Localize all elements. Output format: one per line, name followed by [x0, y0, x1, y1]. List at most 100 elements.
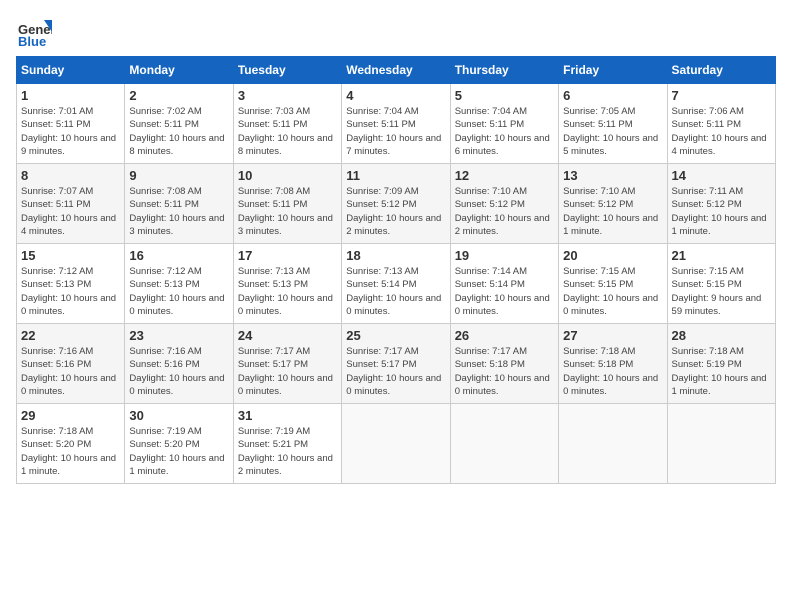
- calendar-header-row: SundayMondayTuesdayWednesdayThursdayFrid…: [17, 57, 776, 84]
- day-number: 31: [238, 408, 337, 423]
- calendar-cell: 30 Sunrise: 7:19 AM Sunset: 5:20 PM Dayl…: [125, 404, 233, 484]
- calendar-cell: 4 Sunrise: 7:04 AM Sunset: 5:11 PM Dayli…: [342, 84, 450, 164]
- day-info: Sunrise: 7:15 AM Sunset: 5:15 PM Dayligh…: [563, 265, 662, 318]
- calendar-cell: 2 Sunrise: 7:02 AM Sunset: 5:11 PM Dayli…: [125, 84, 233, 164]
- calendar-cell: 12 Sunrise: 7:10 AM Sunset: 5:12 PM Dayl…: [450, 164, 558, 244]
- calendar-cell: 17 Sunrise: 7:13 AM Sunset: 5:13 PM Dayl…: [233, 244, 341, 324]
- calendar-cell: 23 Sunrise: 7:16 AM Sunset: 5:16 PM Dayl…: [125, 324, 233, 404]
- calendar-week-row: 8 Sunrise: 7:07 AM Sunset: 5:11 PM Dayli…: [17, 164, 776, 244]
- day-number: 20: [563, 248, 662, 263]
- day-info: Sunrise: 7:02 AM Sunset: 5:11 PM Dayligh…: [129, 105, 228, 158]
- day-number: 18: [346, 248, 445, 263]
- day-info: Sunrise: 7:17 AM Sunset: 5:17 PM Dayligh…: [238, 345, 337, 398]
- day-info: Sunrise: 7:16 AM Sunset: 5:16 PM Dayligh…: [129, 345, 228, 398]
- day-number: 8: [21, 168, 120, 183]
- calendar-cell: [450, 404, 558, 484]
- calendar-cell: 3 Sunrise: 7:03 AM Sunset: 5:11 PM Dayli…: [233, 84, 341, 164]
- day-number: 26: [455, 328, 554, 343]
- calendar-cell: 13 Sunrise: 7:10 AM Sunset: 5:12 PM Dayl…: [559, 164, 667, 244]
- day-info: Sunrise: 7:17 AM Sunset: 5:17 PM Dayligh…: [346, 345, 445, 398]
- day-number: 3: [238, 88, 337, 103]
- weekday-header-sunday: Sunday: [17, 57, 125, 84]
- day-number: 1: [21, 88, 120, 103]
- calendar-cell: 27 Sunrise: 7:18 AM Sunset: 5:18 PM Dayl…: [559, 324, 667, 404]
- weekday-header-wednesday: Wednesday: [342, 57, 450, 84]
- day-number: 6: [563, 88, 662, 103]
- calendar-week-row: 15 Sunrise: 7:12 AM Sunset: 5:13 PM Dayl…: [17, 244, 776, 324]
- calendar-cell: 7 Sunrise: 7:06 AM Sunset: 5:11 PM Dayli…: [667, 84, 775, 164]
- day-number: 28: [672, 328, 771, 343]
- calendar-cell: 10 Sunrise: 7:08 AM Sunset: 5:11 PM Dayl…: [233, 164, 341, 244]
- day-info: Sunrise: 7:15 AM Sunset: 5:15 PM Dayligh…: [672, 265, 771, 318]
- calendar-cell: 6 Sunrise: 7:05 AM Sunset: 5:11 PM Dayli…: [559, 84, 667, 164]
- day-number: 19: [455, 248, 554, 263]
- day-number: 10: [238, 168, 337, 183]
- day-info: Sunrise: 7:16 AM Sunset: 5:16 PM Dayligh…: [21, 345, 120, 398]
- calendar-cell: [667, 404, 775, 484]
- weekday-header-monday: Monday: [125, 57, 233, 84]
- calendar-cell: 18 Sunrise: 7:13 AM Sunset: 5:14 PM Dayl…: [342, 244, 450, 324]
- calendar-cell: 19 Sunrise: 7:14 AM Sunset: 5:14 PM Dayl…: [450, 244, 558, 324]
- page-header: General Blue: [16, 16, 776, 52]
- logo-icon: General Blue: [16, 16, 52, 52]
- day-number: 14: [672, 168, 771, 183]
- calendar-cell: 16 Sunrise: 7:12 AM Sunset: 5:13 PM Dayl…: [125, 244, 233, 324]
- day-info: Sunrise: 7:10 AM Sunset: 5:12 PM Dayligh…: [455, 185, 554, 238]
- day-info: Sunrise: 7:05 AM Sunset: 5:11 PM Dayligh…: [563, 105, 662, 158]
- calendar-cell: 8 Sunrise: 7:07 AM Sunset: 5:11 PM Dayli…: [17, 164, 125, 244]
- weekday-header-tuesday: Tuesday: [233, 57, 341, 84]
- day-number: 12: [455, 168, 554, 183]
- calendar-cell: 26 Sunrise: 7:17 AM Sunset: 5:18 PM Dayl…: [450, 324, 558, 404]
- calendar-cell: 25 Sunrise: 7:17 AM Sunset: 5:17 PM Dayl…: [342, 324, 450, 404]
- day-number: 13: [563, 168, 662, 183]
- calendar-table: SundayMondayTuesdayWednesdayThursdayFrid…: [16, 56, 776, 484]
- day-number: 4: [346, 88, 445, 103]
- day-number: 5: [455, 88, 554, 103]
- day-number: 27: [563, 328, 662, 343]
- day-number: 22: [21, 328, 120, 343]
- day-number: 9: [129, 168, 228, 183]
- day-number: 11: [346, 168, 445, 183]
- calendar-cell: 28 Sunrise: 7:18 AM Sunset: 5:19 PM Dayl…: [667, 324, 775, 404]
- day-number: 21: [672, 248, 771, 263]
- day-info: Sunrise: 7:13 AM Sunset: 5:14 PM Dayligh…: [346, 265, 445, 318]
- day-info: Sunrise: 7:18 AM Sunset: 5:18 PM Dayligh…: [563, 345, 662, 398]
- day-info: Sunrise: 7:12 AM Sunset: 5:13 PM Dayligh…: [21, 265, 120, 318]
- day-number: 29: [21, 408, 120, 423]
- day-number: 16: [129, 248, 228, 263]
- day-info: Sunrise: 7:14 AM Sunset: 5:14 PM Dayligh…: [455, 265, 554, 318]
- day-number: 7: [672, 88, 771, 103]
- day-info: Sunrise: 7:01 AM Sunset: 5:11 PM Dayligh…: [21, 105, 120, 158]
- day-number: 17: [238, 248, 337, 263]
- day-number: 15: [21, 248, 120, 263]
- svg-text:Blue: Blue: [18, 34, 46, 49]
- day-number: 30: [129, 408, 228, 423]
- calendar-cell: 21 Sunrise: 7:15 AM Sunset: 5:15 PM Dayl…: [667, 244, 775, 324]
- calendar-cell: 1 Sunrise: 7:01 AM Sunset: 5:11 PM Dayli…: [17, 84, 125, 164]
- day-info: Sunrise: 7:09 AM Sunset: 5:12 PM Dayligh…: [346, 185, 445, 238]
- weekday-header-friday: Friday: [559, 57, 667, 84]
- day-info: Sunrise: 7:10 AM Sunset: 5:12 PM Dayligh…: [563, 185, 662, 238]
- day-number: 23: [129, 328, 228, 343]
- weekday-header-saturday: Saturday: [667, 57, 775, 84]
- calendar-cell: 20 Sunrise: 7:15 AM Sunset: 5:15 PM Dayl…: [559, 244, 667, 324]
- calendar-cell: 31 Sunrise: 7:19 AM Sunset: 5:21 PM Dayl…: [233, 404, 341, 484]
- day-info: Sunrise: 7:18 AM Sunset: 5:19 PM Dayligh…: [672, 345, 771, 398]
- day-info: Sunrise: 7:08 AM Sunset: 5:11 PM Dayligh…: [129, 185, 228, 238]
- day-info: Sunrise: 7:19 AM Sunset: 5:21 PM Dayligh…: [238, 425, 337, 478]
- calendar-cell: 14 Sunrise: 7:11 AM Sunset: 5:12 PM Dayl…: [667, 164, 775, 244]
- day-info: Sunrise: 7:12 AM Sunset: 5:13 PM Dayligh…: [129, 265, 228, 318]
- calendar-cell: 5 Sunrise: 7:04 AM Sunset: 5:11 PM Dayli…: [450, 84, 558, 164]
- calendar-cell: 15 Sunrise: 7:12 AM Sunset: 5:13 PM Dayl…: [17, 244, 125, 324]
- calendar-cell: 22 Sunrise: 7:16 AM Sunset: 5:16 PM Dayl…: [17, 324, 125, 404]
- day-info: Sunrise: 7:04 AM Sunset: 5:11 PM Dayligh…: [346, 105, 445, 158]
- day-info: Sunrise: 7:19 AM Sunset: 5:20 PM Dayligh…: [129, 425, 228, 478]
- calendar-cell: [342, 404, 450, 484]
- day-info: Sunrise: 7:07 AM Sunset: 5:11 PM Dayligh…: [21, 185, 120, 238]
- day-info: Sunrise: 7:06 AM Sunset: 5:11 PM Dayligh…: [672, 105, 771, 158]
- calendar-week-row: 22 Sunrise: 7:16 AM Sunset: 5:16 PM Dayl…: [17, 324, 776, 404]
- day-info: Sunrise: 7:03 AM Sunset: 5:11 PM Dayligh…: [238, 105, 337, 158]
- day-info: Sunrise: 7:08 AM Sunset: 5:11 PM Dayligh…: [238, 185, 337, 238]
- calendar-cell: 11 Sunrise: 7:09 AM Sunset: 5:12 PM Dayl…: [342, 164, 450, 244]
- calendar-week-row: 1 Sunrise: 7:01 AM Sunset: 5:11 PM Dayli…: [17, 84, 776, 164]
